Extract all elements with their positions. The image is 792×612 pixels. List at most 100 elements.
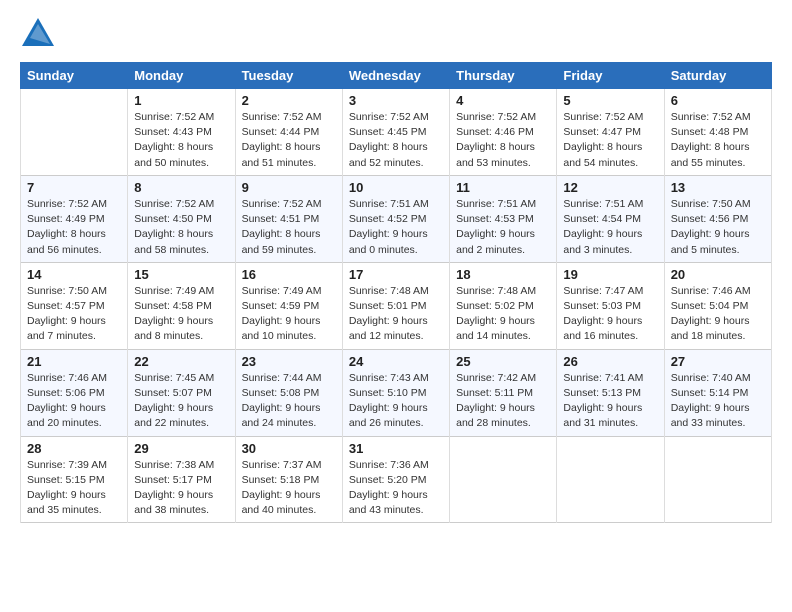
day-number: 16 <box>242 267 336 282</box>
day-info: Sunrise: 7:45 AMSunset: 5:07 PMDaylight:… <box>134 371 228 432</box>
day-cell: 26Sunrise: 7:41 AMSunset: 5:13 PMDayligh… <box>557 349 664 436</box>
day-cell: 16 Sunrise: 7:49 AMSunset: 4:59 PMDayligh… <box>235 262 342 349</box>
day-number: 19 <box>563 267 657 282</box>
header-cell-saturday: Saturday <box>664 63 771 89</box>
day-cell: 20 Sunrise: 7:46 AMSunset: 5:04 PMDayligh… <box>664 262 771 349</box>
day-info: Sunrise: 7:49 AMSunset: 4:59 PMDaylight:… <box>242 284 336 345</box>
day-number: 9 <box>242 180 336 195</box>
day-cell: 3 Sunrise: 7:52 AMSunset: 4:45 PMDaylight… <box>342 89 449 176</box>
day-info: Sunrise: 7:44 AMSunset: 5:08 PMDaylight:… <box>242 371 336 432</box>
page-container: SundayMondayTuesdayWednesdayThursdayFrid… <box>0 0 792 533</box>
day-info: Sunrise: 7:51 AMSunset: 4:53 PMDaylight:… <box>456 197 550 258</box>
day-cell: 27 Sunrise: 7:40 AMSunset: 5:14 PMDayligh… <box>664 349 771 436</box>
day-info: Sunrise: 7:37 AMSunset: 5:18 PMDaylight:… <box>242 458 336 519</box>
header-row <box>20 16 772 52</box>
day-cell: 8Sunrise: 7:52 AMSunset: 4:50 PMDaylight… <box>128 175 235 262</box>
day-cell: 21 Sunrise: 7:46 AMSunset: 5:06 PMDayligh… <box>21 349 128 436</box>
day-cell: 28 Sunrise: 7:39 AMSunset: 5:15 PMDayligh… <box>21 436 128 523</box>
day-number: 12 <box>563 180 657 195</box>
day-info: Sunrise: 7:41 AMSunset: 5:13 PMDaylight:… <box>563 371 657 432</box>
week-row-2: 14Sunrise: 7:50 AMSunset: 4:57 PMDayligh… <box>21 262 772 349</box>
day-cell: 9 Sunrise: 7:52 AMSunset: 4:51 PMDaylight… <box>235 175 342 262</box>
day-cell: 5 Sunrise: 7:52 AMSunset: 4:47 PMDaylight… <box>557 89 664 176</box>
day-cell: 31 Sunrise: 7:36 AMSunset: 5:20 PMDayligh… <box>342 436 449 523</box>
day-number: 30 <box>242 441 336 456</box>
day-number: 18 <box>456 267 550 282</box>
day-cell <box>450 436 557 523</box>
day-info: Sunrise: 7:52 AMSunset: 4:49 PMDaylight:… <box>27 197 121 258</box>
day-number: 3 <box>349 93 443 108</box>
day-cell: 2 Sunrise: 7:52 AMSunset: 4:44 PMDaylight… <box>235 89 342 176</box>
day-number: 21 <box>27 354 121 369</box>
header-cell-wednesday: Wednesday <box>342 63 449 89</box>
header-cell-sunday: Sunday <box>21 63 128 89</box>
day-cell: 4Sunrise: 7:52 AMSunset: 4:46 PMDaylight… <box>450 89 557 176</box>
day-cell: 25 Sunrise: 7:42 AMSunset: 5:11 PMDayligh… <box>450 349 557 436</box>
day-info: Sunrise: 7:52 AMSunset: 4:45 PMDaylight:… <box>349 110 443 171</box>
header-row-days: SundayMondayTuesdayWednesdayThursdayFrid… <box>21 63 772 89</box>
day-number: 5 <box>563 93 657 108</box>
day-info: Sunrise: 7:52 AMSunset: 4:47 PMDaylight:… <box>563 110 657 171</box>
day-info: Sunrise: 7:42 AMSunset: 5:11 PMDaylight:… <box>456 371 550 432</box>
calendar-header: SundayMondayTuesdayWednesdayThursdayFrid… <box>21 63 772 89</box>
day-cell: 14Sunrise: 7:50 AMSunset: 4:57 PMDayligh… <box>21 262 128 349</box>
day-number: 27 <box>671 354 765 369</box>
day-info: Sunrise: 7:49 AMSunset: 4:58 PMDaylight:… <box>134 284 228 345</box>
day-cell: 10 Sunrise: 7:51 AMSunset: 4:52 PMDayligh… <box>342 175 449 262</box>
logo <box>20 16 60 52</box>
day-number: 13 <box>671 180 765 195</box>
day-info: Sunrise: 7:39 AMSunset: 5:15 PMDaylight:… <box>27 458 121 519</box>
day-cell: 22 Sunrise: 7:45 AMSunset: 5:07 PMDayligh… <box>128 349 235 436</box>
calendar-body: 1 Sunrise: 7:52 AMSunset: 4:43 PMDaylight… <box>21 89 772 523</box>
day-number: 10 <box>349 180 443 195</box>
day-info: Sunrise: 7:43 AMSunset: 5:10 PMDaylight:… <box>349 371 443 432</box>
day-cell: 18 Sunrise: 7:48 AMSunset: 5:02 PMDayligh… <box>450 262 557 349</box>
day-cell: 7 Sunrise: 7:52 AMSunset: 4:49 PMDaylight… <box>21 175 128 262</box>
day-info: Sunrise: 7:46 AMSunset: 5:04 PMDaylight:… <box>671 284 765 345</box>
day-number: 20 <box>671 267 765 282</box>
day-number: 7 <box>27 180 121 195</box>
day-cell: 24 Sunrise: 7:43 AMSunset: 5:10 PMDayligh… <box>342 349 449 436</box>
day-cell: 12 Sunrise: 7:51 AMSunset: 4:54 PMDayligh… <box>557 175 664 262</box>
day-cell: 29Sunrise: 7:38 AMSunset: 5:17 PMDayligh… <box>128 436 235 523</box>
day-info: Sunrise: 7:40 AMSunset: 5:14 PMDaylight:… <box>671 371 765 432</box>
header-cell-thursday: Thursday <box>450 63 557 89</box>
day-cell: 13 Sunrise: 7:50 AMSunset: 4:56 PMDayligh… <box>664 175 771 262</box>
week-row-0: 1 Sunrise: 7:52 AMSunset: 4:43 PMDaylight… <box>21 89 772 176</box>
day-number: 1 <box>134 93 228 108</box>
day-number: 11 <box>456 180 550 195</box>
day-info: Sunrise: 7:52 AMSunset: 4:50 PMDaylight:… <box>134 197 228 258</box>
day-info: Sunrise: 7:47 AMSunset: 5:03 PMDaylight:… <box>563 284 657 345</box>
day-number: 24 <box>349 354 443 369</box>
day-info: Sunrise: 7:52 AMSunset: 4:43 PMDaylight:… <box>134 110 228 171</box>
week-row-3: 21 Sunrise: 7:46 AMSunset: 5:06 PMDayligh… <box>21 349 772 436</box>
day-cell <box>21 89 128 176</box>
day-info: Sunrise: 7:38 AMSunset: 5:17 PMDaylight:… <box>134 458 228 519</box>
day-number: 28 <box>27 441 121 456</box>
day-info: Sunrise: 7:52 AMSunset: 4:44 PMDaylight:… <box>242 110 336 171</box>
day-number: 31 <box>349 441 443 456</box>
day-number: 22 <box>134 354 228 369</box>
day-info: Sunrise: 7:36 AMSunset: 5:20 PMDaylight:… <box>349 458 443 519</box>
day-number: 2 <box>242 93 336 108</box>
header-cell-monday: Monday <box>128 63 235 89</box>
day-info: Sunrise: 7:50 AMSunset: 4:56 PMDaylight:… <box>671 197 765 258</box>
day-info: Sunrise: 7:48 AMSunset: 5:02 PMDaylight:… <box>456 284 550 345</box>
day-cell <box>557 436 664 523</box>
day-cell: 1 Sunrise: 7:52 AMSunset: 4:43 PMDaylight… <box>128 89 235 176</box>
day-info: Sunrise: 7:51 AMSunset: 4:54 PMDaylight:… <box>563 197 657 258</box>
day-info: Sunrise: 7:48 AMSunset: 5:01 PMDaylight:… <box>349 284 443 345</box>
day-info: Sunrise: 7:52 AMSunset: 4:46 PMDaylight:… <box>456 110 550 171</box>
day-number: 17 <box>349 267 443 282</box>
calendar-table: SundayMondayTuesdayWednesdayThursdayFrid… <box>20 62 772 523</box>
day-number: 23 <box>242 354 336 369</box>
day-number: 25 <box>456 354 550 369</box>
week-row-1: 7 Sunrise: 7:52 AMSunset: 4:49 PMDaylight… <box>21 175 772 262</box>
day-info: Sunrise: 7:52 AMSunset: 4:51 PMDaylight:… <box>242 197 336 258</box>
header-cell-friday: Friday <box>557 63 664 89</box>
day-cell: 15 Sunrise: 7:49 AMSunset: 4:58 PMDayligh… <box>128 262 235 349</box>
day-number: 15 <box>134 267 228 282</box>
day-info: Sunrise: 7:50 AMSunset: 4:57 PMDaylight:… <box>27 284 121 345</box>
day-info: Sunrise: 7:51 AMSunset: 4:52 PMDaylight:… <box>349 197 443 258</box>
day-info: Sunrise: 7:46 AMSunset: 5:06 PMDaylight:… <box>27 371 121 432</box>
